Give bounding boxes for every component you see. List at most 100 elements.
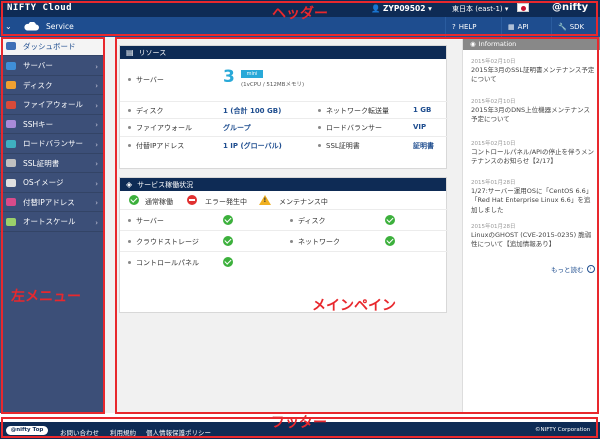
resource-card: ▤ リソース サーバー 3 mini (1vCPU / 512MBメモリ) ディ… <box>119 45 448 169</box>
privacy-link[interactable]: 個人情報保護ポリシー <box>146 427 211 437</box>
ssl-value[interactable]: 証明書 <box>413 141 434 151</box>
sidebar-item[interactable]: SSL証明書 › <box>0 154 104 173</box>
sidebar-item-label: SSL証明書 <box>23 158 60 168</box>
bullet-icon <box>128 126 131 129</box>
firewall-row: ファイアウォール グループ ロードバランサー VIP <box>120 119 448 137</box>
help-icon: ? <box>452 23 456 31</box>
arrow-right-icon: › <box>586 265 595 273</box>
ok-icon <box>385 215 395 225</box>
footer-annotation: フッター <box>271 415 327 431</box>
sidebar-item[interactable]: ダッシュボード <box>0 37 104 56</box>
news-title[interactable]: 2015年3月のSSL証明書メンテナンス予定について <box>471 66 595 85</box>
api-label: API <box>517 23 529 31</box>
news-title[interactable]: コントロールパネル/APIの停止を伴うメンテナンスのお知らせ【2/17】 <box>471 148 595 167</box>
bullet-icon <box>128 240 131 243</box>
news-date: 2015年02月10日 <box>471 99 516 105</box>
information-title: Information <box>478 39 517 48</box>
nifty-logo[interactable]: @nifty <box>552 2 588 13</box>
header-annotation: ヘッダー <box>272 6 328 22</box>
account-dropdown-icon: ▾ <box>428 4 432 13</box>
chevron-right-icon: › <box>95 121 98 129</box>
disk-value[interactable]: 1 (合計 100 GB) <box>223 106 281 116</box>
api-button[interactable]: ▦ API <box>501 17 535 37</box>
news-title[interactable]: 2015年3月のDNS上位機器メンテナンス予定について <box>471 106 595 125</box>
left-menu-annotation: 左メニュー <box>11 289 81 305</box>
news-item[interactable]: 2015年02月10日 コントロールパネル/APIの停止を伴うメンテナンスのお知ら… <box>471 139 595 167</box>
floating-ip-value[interactable]: 1 IP (グローバル) <box>223 141 282 151</box>
region-name: 東日本 (east-1) <box>452 5 503 13</box>
dashboard-icon <box>6 42 16 50</box>
region-dropdown-icon: ▾ <box>504 5 509 13</box>
copyright: ©NIFTY Corporation <box>535 427 591 433</box>
resource-title: リソース <box>138 48 167 57</box>
disk-icon <box>6 81 16 89</box>
news-item[interactable]: 2015年02月10日 2015年3月のSSL証明書メンテナンス予定について <box>471 57 595 85</box>
service-label[interactable]: Service <box>46 22 74 31</box>
ok-icon <box>385 236 395 246</box>
sidebar-item[interactable]: オートスケール › <box>0 213 104 232</box>
read-more-label: もっと読む <box>551 266 584 274</box>
sidebar-item[interactable]: 付替IPアドレス › <box>0 193 104 212</box>
bullet-icon <box>128 109 131 112</box>
disk-label: ディスク <box>136 107 164 115</box>
status-item-control-panel: コントロールパネル <box>136 259 199 267</box>
japan-flag-icon <box>517 3 529 12</box>
error-icon <box>187 195 197 205</box>
sidebar-item[interactable]: ファイアウォール › <box>0 96 104 115</box>
server-count[interactable]: 3 <box>223 67 235 87</box>
help-button[interactable]: ? HELP <box>445 17 483 37</box>
news-date: 2015年01月28日 <box>471 180 516 186</box>
sidebar-item-label: 付替IPアドレス <box>23 197 75 207</box>
sidebar-item[interactable]: ディスク › <box>0 76 104 95</box>
terms-link[interactable]: 利用規約 <box>110 427 136 437</box>
sidebar-item[interactable]: サーバー › <box>0 57 104 76</box>
service-status-card: ◈ サービス稼働状況 通常稼働 エラー発生中 メンテナンス中 サーバー ディスク… <box>119 177 448 313</box>
menu-chevron-icon[interactable]: ⌄ <box>5 22 12 31</box>
status-item-disk: ディスク <box>298 217 326 225</box>
contact-link[interactable]: お問い合わせ <box>60 427 99 437</box>
ok-icon <box>129 195 139 205</box>
transfer-label: ネットワーク転送量 <box>326 107 389 115</box>
account-selector[interactable]: 👤 ZYP09502 ▾ <box>371 4 432 13</box>
transfer-value[interactable]: 1 GB <box>413 106 431 114</box>
sdk-button[interactable]: 🔧 SDK <box>551 17 590 37</box>
maintenance-icon <box>259 195 271 205</box>
account-icon: 👤 <box>371 4 381 13</box>
bullet-icon <box>128 144 131 147</box>
load-balancer-value[interactable]: VIP <box>413 123 426 131</box>
news-title[interactable]: LinuxのGHOST (CVE-2015-0235) 脆弱性について【追加情報… <box>471 231 595 250</box>
ssh-key-icon <box>6 120 16 128</box>
bullet-icon <box>128 219 131 222</box>
firewall-value[interactable]: グループ <box>223 123 251 133</box>
sidebar-item[interactable]: OSイメージ › <box>0 174 104 193</box>
resource-icon: ▤ <box>126 48 134 57</box>
bullet-icon <box>318 144 321 147</box>
main-pane-annotation: メインペイン <box>312 298 396 314</box>
sidebar-item-label: ディスク <box>23 80 53 90</box>
sidebar-item-label: SSHキー <box>23 119 54 129</box>
news-item[interactable]: 2015年01月28日 LinuxのGHOST (CVE-2015-0235) 脆… <box>471 222 595 250</box>
sidebar-item-label: ロードバランサー <box>23 139 83 148</box>
floating-ip-label: 付替IPアドレス <box>136 142 185 150</box>
ssl-label: SSL証明書 <box>326 142 360 150</box>
sidebar-item[interactable]: ロードバランサー › <box>0 135 104 154</box>
chevron-right-icon: › <box>95 101 98 110</box>
status-row: サーバー ディスク <box>120 210 448 231</box>
load-balancer-label: ロードバランサー <box>326 124 382 132</box>
sidebar-item-label: サーバー <box>23 61 53 70</box>
sidebar-item-label: ファイアウォール <box>23 100 83 109</box>
ssl-certificate-icon <box>6 159 16 167</box>
sidebar-item[interactable]: SSHキー › <box>0 115 104 134</box>
firewall-icon <box>6 100 16 109</box>
news-item[interactable]: 2015年01月28日 1/27:サーバー運用OSに「CentOS 6.6」「Re… <box>471 178 595 215</box>
read-more-link[interactable]: もっと読む › <box>551 264 595 274</box>
news-title[interactable]: 1/27:サーバー運用OSに「CentOS 6.6」「Red Hat Enter… <box>471 187 595 215</box>
brand-logo[interactable]: NIFTY Cloud <box>7 3 72 13</box>
rss-icon: ◉ <box>470 39 476 48</box>
resource-card-header: ▤ リソース <box>120 46 446 59</box>
firewall-label: ファイアウォール <box>136 124 192 132</box>
news-item[interactable]: 2015年02月10日 2015年3月のDNS上位機器メンテナンス予定について <box>471 97 595 125</box>
region-selector[interactable]: 東日本 (east-1) ▾ <box>452 4 508 14</box>
os-image-icon <box>6 178 16 187</box>
nifty-top-link[interactable]: @nifty Top <box>6 426 48 435</box>
